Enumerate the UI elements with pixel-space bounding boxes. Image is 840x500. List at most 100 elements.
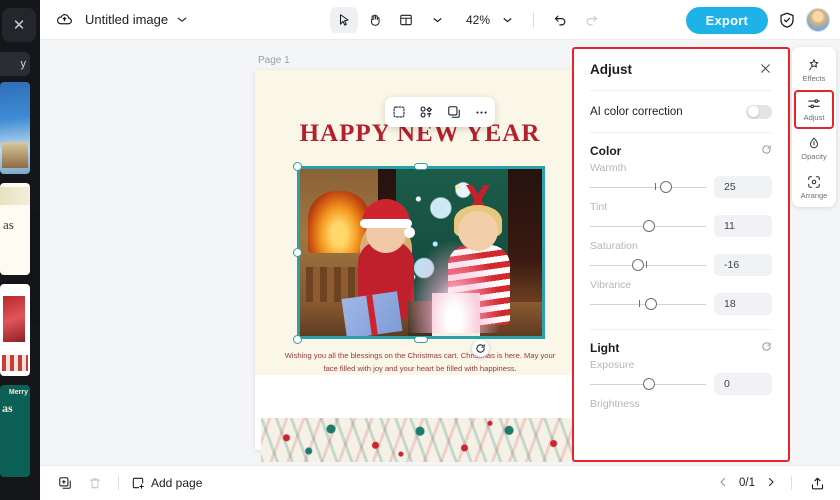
sidebar-item-arrange[interactable]: Arrange [792,168,836,207]
crop-frame-icon[interactable] [388,101,410,123]
chevron-down-icon[interactable] [177,15,187,25]
tint-slider[interactable] [590,217,706,235]
bottom-divider-2 [791,476,792,490]
close-icon[interactable]: ✕ [2,8,36,42]
page-label: Page 1 [258,55,290,66]
control-tint-label: Tint [590,201,608,213]
ai-color-correction-row[interactable]: AI color correction [590,91,772,133]
saturation-slider[interactable] [590,256,706,274]
sidebar-item-effects[interactable]: Effects [792,51,836,90]
page-counter: 0/1 [739,477,755,489]
undo-arrow-icon[interactable] [546,7,574,33]
warmth-slider[interactable] [590,178,706,196]
control-vibrance-label: Vibrance [590,279,632,291]
add-page-icon [131,476,145,490]
bottom-divider [118,476,119,490]
canvas-tools-group: 42% [330,0,605,40]
export-button[interactable]: Export [685,6,768,34]
tint-value[interactable]: 11 [714,215,772,237]
christmas-children-photo [300,169,542,336]
control-exposure-label: Exposure [590,359,635,371]
vibrance-value[interactable]: 18 [714,293,772,315]
adjust-panel: Adjust AI color correction Color Warmth [572,47,790,462]
add-page-button[interactable]: Add page [131,476,202,490]
template-thumb-1[interactable] [0,82,30,174]
resize-handle-bottom-left[interactable] [293,335,302,344]
control-saturation: Saturation -16 [590,240,772,277]
light-section-title: Light [590,341,620,355]
control-warmth: Warmth 25 [590,162,772,199]
rotate-icon[interactable] [472,340,489,357]
zoom-level[interactable]: 42% [466,13,490,27]
saturation-value[interactable]: -16 [714,254,772,276]
ai-color-correction-label: AI color correction [590,105,683,118]
duplicate-layers-icon[interactable] [443,101,465,123]
toolbar-divider [533,12,535,28]
photo-element[interactable] [297,166,545,339]
left-panel-pill[interactable]: y [0,52,30,76]
reset-circular-arrow-icon[interactable] [761,341,772,355]
droplet-icon [807,136,821,150]
image-context-toolbar [385,97,495,127]
vibrance-slider[interactable] [590,295,706,313]
resize-handle-bottom-center[interactable] [414,336,428,343]
trash-icon[interactable] [84,472,106,494]
present-export-icon[interactable] [806,472,828,494]
panel-collapse-handle[interactable] [31,210,40,325]
close-icon[interactable] [759,62,772,78]
sidebar-item-label: Effects [802,74,826,83]
sidebar-item-label: Arrange [800,191,828,200]
redo-arrow-icon [577,7,605,33]
exposure-value[interactable]: 0 [714,373,772,395]
sliders-icon [807,97,821,111]
page-title: Adjust [590,62,632,77]
duplicate-page-icon[interactable] [54,472,76,494]
color-section-title: Color [590,144,622,158]
control-vibrance: Vibrance 18 [590,279,772,316]
resize-handle-top-left[interactable] [293,162,302,171]
template-thumbnail-list [0,82,32,486]
document-title[interactable]: Untitled image [85,12,168,27]
top-toolbar: Untitled image 42% Export [40,0,840,40]
layout-dropdown-chevron-down-icon[interactable] [423,7,451,33]
template-thumb-4[interactable] [0,385,30,477]
template-thumb-3[interactable] [0,284,30,376]
hand-tool[interactable] [361,7,389,33]
select-tool[interactable] [330,7,358,33]
shield-check-icon[interactable] [778,11,796,29]
reset-circular-arrow-icon[interactable] [761,144,772,158]
bottom-toolbar: Add page 0/1 [40,465,840,500]
exposure-slider[interactable] [590,375,706,393]
color-section-header: Color [590,144,772,158]
sidebar-item-label: Opacity [801,152,827,161]
add-page-label: Add page [151,476,203,490]
control-saturation-label: Saturation [590,240,638,252]
sidebar-item-opacity[interactable]: Opacity [792,129,836,168]
control-brightness: Brightness [590,398,772,410]
zoom-chevron-down-icon[interactable] [493,7,521,33]
resize-handle-top-center[interactable] [414,163,428,170]
template-thumb-2[interactable] [0,183,30,275]
chevron-left-icon[interactable] [717,476,729,491]
design-page[interactable]: HAPPY NEW YEAR Wishing you all the bless… [255,70,585,462]
light-section-header: Light [590,341,772,355]
adjust-panel-header: Adjust [590,49,772,91]
control-warmth-label: Warmth [590,162,627,174]
page-caption[interactable]: Wishing you all the blessings on the Chr… [277,350,563,375]
warmth-value[interactable]: 25 [714,176,772,198]
layout-tool[interactable] [392,7,420,33]
sidebar-item-adjust[interactable]: Adjust [794,90,834,129]
avatar[interactable] [806,8,830,32]
ellipsis-icon[interactable] [470,101,492,123]
decorative-pattern-band[interactable] [261,418,579,462]
sidebar-item-label: Adjust [803,113,825,122]
cloud-save-icon[interactable] [56,11,73,28]
chevron-right-icon[interactable] [765,476,777,491]
control-brightness-label: Brightness [590,398,640,410]
ai-color-correction-toggle[interactable] [746,104,772,119]
magic-wand-star-icon [807,58,821,72]
right-tool-rail: Effects Adjust Opacity Arrange [792,47,836,207]
top-right-actions: Export [685,0,830,40]
resize-handle-middle-left[interactable] [293,248,302,257]
remove-bg-icon[interactable] [415,101,437,123]
